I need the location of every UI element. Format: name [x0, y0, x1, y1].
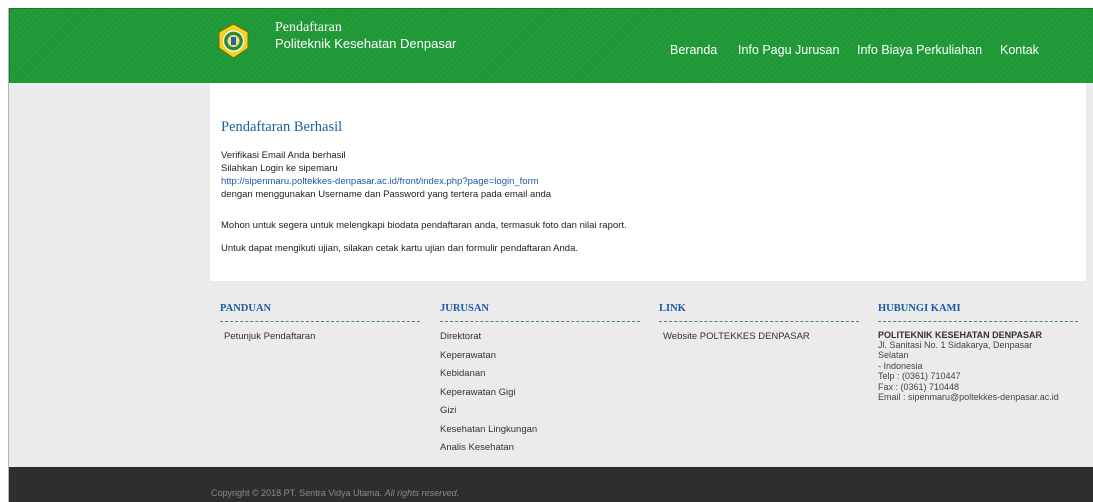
contact-phone: Telp : (0361) 710447: [878, 371, 961, 382]
right-sidebar: [1086, 83, 1093, 281]
footer-link-kesehatan-lingkungan[interactable]: Kesehatan Lingkungan: [440, 424, 640, 443]
contact-address-2: Selatan: [878, 350, 909, 361]
footer-link-website[interactable]: Website POLTEKKES DENPASAR: [659, 331, 859, 350]
footer-jurusan: JURUSAN Direktorat Keperawatan Kebidanan…: [440, 303, 640, 461]
brand-subtitle[interactable]: Politeknik Kesehatan Denpasar: [275, 36, 456, 51]
footer-link-petunjuk[interactable]: Petunjuk Pendaftaran: [220, 331, 420, 350]
copyright-bar: Copyright © 2018 PT. Sentra Vidya Utama.…: [9, 467, 1093, 502]
nav-kontak[interactable]: Kontak: [1000, 43, 1039, 57]
copyright-rights: All rights reserved.: [384, 488, 460, 498]
footer-link-analis-kesehatan[interactable]: Analis Kesehatan: [440, 442, 640, 461]
brand-title[interactable]: Pendaftaran: [275, 20, 342, 36]
login-instruction: Silahkan Login ke sipemaru: [221, 163, 338, 174]
site-header: Pendaftaran Politeknik Kesehatan Denpasa…: [9, 8, 1093, 83]
footer-panduan-title: PANDUAN: [220, 303, 420, 322]
credentials-note: dengan menggunakan Username dan Password…: [221, 189, 552, 200]
footer-contact-title: HUBUNGI KAMI: [878, 303, 1078, 322]
left-sidebar: [9, 83, 210, 281]
footer-jurusan-title: JURUSAN: [440, 303, 640, 322]
contact-fax: Fax : (0361) 710448: [878, 381, 960, 392]
nav-info-biaya-perkuliahan[interactable]: Info Biaya Perkuliahan: [857, 43, 982, 57]
verification-message: Verifikasi Email Anda berhasil: [221, 150, 346, 161]
main-content: Pendaftaran Berhasil Verifikasi Email An…: [210, 83, 1086, 281]
footer-link-column: LINK Website POLTEKKES DENPASAR: [659, 303, 859, 350]
poltekkes-emblem-icon[interactable]: [217, 23, 250, 59]
contact-country: - Indonesia: [878, 360, 923, 371]
copyright-owner: Copyright © 2018 PT. Sentra Vidya Utama.: [211, 488, 383, 498]
exam-notice: Untuk dapat mengikuti ujian, silakan cet…: [221, 243, 578, 254]
footer-link-gizi[interactable]: Gizi: [440, 405, 640, 424]
footer-link-kebidanan[interactable]: Kebidanan: [440, 368, 640, 387]
copyright-text: Copyright © 2018 PT. Sentra Vidya Utama.…: [211, 488, 459, 498]
nav-info-pagu-jurusan[interactable]: Info Pagu Jurusan: [738, 43, 839, 57]
footer-contact: HUBUNGI KAMI POLITEKNIK KESEHATAN DENPAS…: [878, 303, 1078, 402]
footer-panduan: PANDUAN Petunjuk Pendaftaran: [220, 303, 420, 350]
footer-link-keperawatan[interactable]: Keperawatan: [440, 350, 640, 369]
contact-email: Email : sipenmaru@poltekkes-denpasar.ac.…: [878, 392, 1059, 403]
footer-link-direktorat[interactable]: Direktorat: [440, 331, 640, 350]
footer-link-title: LINK: [659, 303, 859, 322]
page-title: Pendaftaran Berhasil: [221, 119, 343, 135]
biodata-notice: Mohon untuk segera untuk melengkapi biod…: [221, 220, 627, 231]
nav-beranda[interactable]: Beranda: [670, 43, 717, 57]
site-footer: PANDUAN Petunjuk Pendaftaran JURUSAN Dir…: [9, 281, 1093, 467]
contact-institution: POLITEKNIK KESEHATAN DENPASAR: [878, 330, 1043, 340]
login-link[interactable]: http://sipenmaru.poltekkes-denpasar.ac.i…: [221, 176, 539, 187]
contact-address: Jl. Sanitasi No. 1 Sidakarya, Denpasar: [878, 340, 1033, 350]
footer-link-keperawatan-gigi[interactable]: Keperawatan Gigi: [440, 387, 640, 406]
page-frame: Pendaftaran Politeknik Kesehatan Denpasa…: [8, 8, 1093, 502]
